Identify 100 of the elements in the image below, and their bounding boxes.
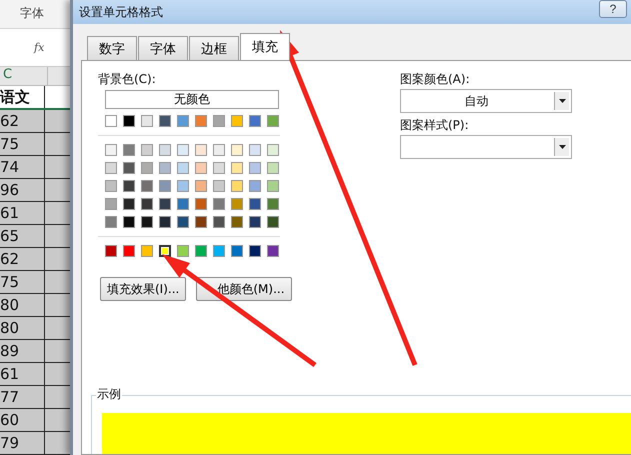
color-swatch[interactable] [249,198,261,210]
color-swatch[interactable] [249,216,261,228]
color-swatch[interactable] [105,245,117,257]
color-swatch[interactable] [141,245,153,257]
color-swatch[interactable] [105,180,117,192]
dropdown-arrow-icon [558,99,566,103]
table-cell: 89 [0,340,45,362]
color-swatch[interactable] [105,198,117,210]
table-cell: 61 [0,202,45,224]
window-title: 设置单元格格式 [79,4,163,20]
color-swatch[interactable] [231,144,243,156]
color-swatch[interactable] [123,198,135,210]
color-swatch[interactable] [141,144,153,156]
tab[interactable]: 边框 [189,36,239,60]
color-swatch[interactable] [213,162,225,174]
color-swatch[interactable] [123,180,135,192]
color-swatch[interactable] [141,198,153,210]
color-swatch[interactable] [177,180,189,192]
ribbon-group-label: 字体 [20,5,44,22]
dropdown-arrow-icon [558,145,566,149]
color-swatch[interactable] [159,198,171,210]
color-swatch[interactable] [123,144,135,156]
color-swatch[interactable] [267,216,279,228]
function-icon[interactable]: fx [34,41,44,54]
color-swatch[interactable] [213,115,225,127]
background-color-label: 背景色(C): [98,71,157,88]
color-swatch[interactable] [159,180,171,192]
color-swatch[interactable] [213,216,225,228]
table-cell: 75 [0,271,45,293]
color-swatch[interactable] [105,115,117,127]
table-cell: 80 [0,294,45,316]
table-cell: 62 [0,248,45,270]
color-swatch[interactable] [123,162,135,174]
color-swatch[interactable] [159,245,171,257]
color-swatch[interactable] [195,245,207,257]
color-swatch[interactable] [249,115,261,127]
color-swatch[interactable] [123,115,135,127]
color-swatch[interactable] [195,216,207,228]
color-swatch[interactable] [177,216,189,228]
color-swatch[interactable] [195,198,207,210]
color-swatch[interactable] [141,180,153,192]
table-cell: 80 [0,317,45,339]
color-swatch[interactable] [105,216,117,228]
pattern-color-dropdown[interactable]: 自动 [400,89,572,113]
color-swatch[interactable] [159,115,171,127]
color-swatch[interactable] [195,144,207,156]
color-swatch[interactable] [267,144,279,156]
color-swatch[interactable] [159,162,171,174]
color-swatch[interactable] [105,144,117,156]
color-swatch[interactable] [195,115,207,127]
color-swatch[interactable] [267,198,279,210]
color-swatch[interactable] [213,245,225,257]
color-swatch[interactable] [249,144,261,156]
color-swatch[interactable] [231,216,243,228]
no-color-button[interactable]: 无颜色 [105,90,279,109]
table-cell: 60 [0,409,45,431]
color-swatch[interactable] [141,216,153,228]
color-swatch[interactable] [249,162,261,174]
color-swatch[interactable] [123,245,135,257]
table-cell: 语文 [0,86,45,108]
table-cell: 75 [0,133,45,155]
color-swatch[interactable] [231,180,243,192]
tab[interactable]: 字体 [138,36,188,60]
color-swatch[interactable] [141,115,153,127]
table-cell: 61 [0,363,45,385]
table-cell: 79 [0,432,45,454]
color-swatch[interactable] [177,198,189,210]
color-swatch[interactable] [159,216,171,228]
color-swatch[interactable] [177,162,189,174]
color-swatch[interactable] [123,216,135,228]
color-swatch[interactable] [231,115,243,127]
help-button[interactable]: ? [599,0,627,18]
pattern-color-label: 图案颜色(A): [400,71,471,88]
color-swatch[interactable] [267,115,279,127]
table-cell: 74 [0,156,45,178]
color-swatch[interactable] [231,162,243,174]
color-swatch[interactable] [177,144,189,156]
color-swatch[interactable] [213,198,225,210]
color-swatch[interactable] [267,162,279,174]
color-swatch[interactable] [159,144,171,156]
color-swatch[interactable] [231,245,243,257]
pattern-style-dropdown[interactable] [400,135,572,159]
color-swatch[interactable] [231,198,243,210]
color-swatch[interactable] [195,162,207,174]
dialog-button[interactable]: 填充效果(I)... [100,277,186,301]
color-swatch[interactable] [267,245,279,257]
color-swatch[interactable] [105,162,117,174]
color-swatch[interactable] [249,180,261,192]
color-swatch[interactable] [267,180,279,192]
color-swatch[interactable] [249,245,261,257]
color-swatch[interactable] [177,115,189,127]
table-cell: 96 [0,179,45,201]
tab[interactable]: 数字 [87,36,137,60]
tab[interactable]: 填充 [240,33,290,60]
color-swatch[interactable] [213,180,225,192]
color-swatch[interactable] [195,180,207,192]
dialog-button[interactable]: 他颜色(M)... [196,277,292,301]
color-swatch[interactable] [141,162,153,174]
color-swatch[interactable] [213,144,225,156]
color-swatch[interactable] [177,245,189,257]
